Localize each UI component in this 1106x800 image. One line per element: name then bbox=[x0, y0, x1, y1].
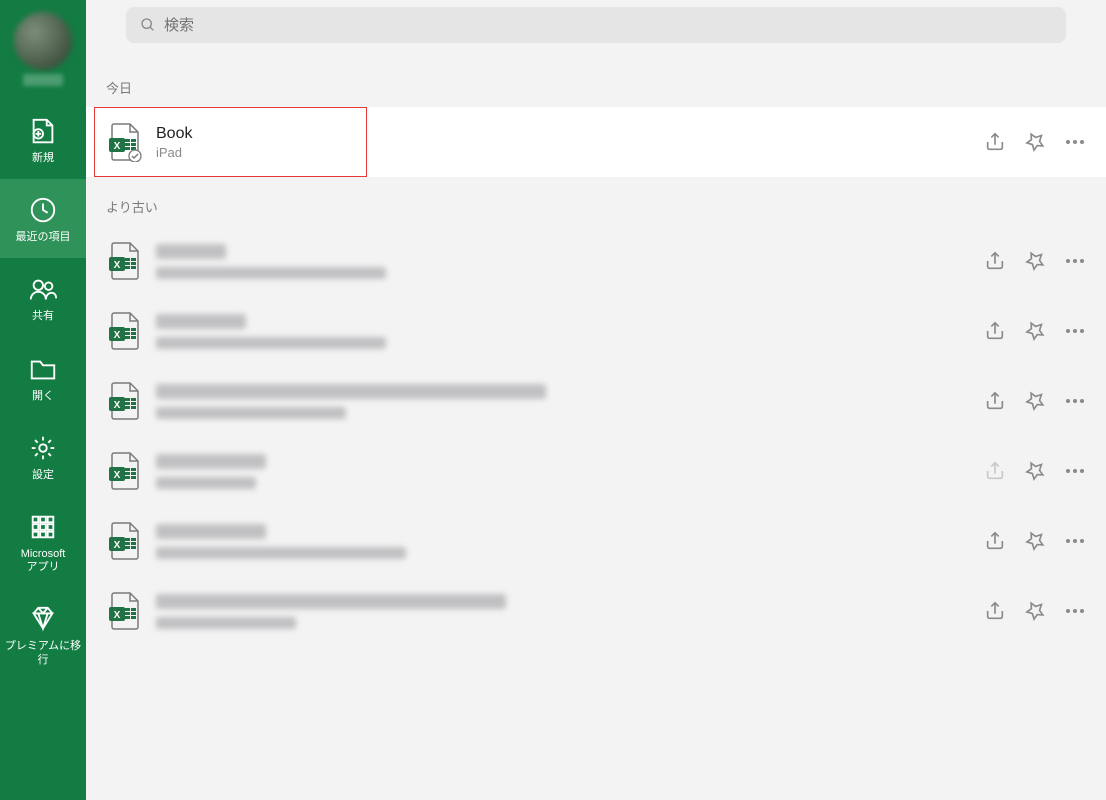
more-button[interactable] bbox=[1064, 600, 1086, 622]
file-title-redacted bbox=[156, 314, 246, 329]
file-actions bbox=[984, 320, 1086, 342]
excel-file-icon: X bbox=[106, 451, 142, 491]
svg-text:X: X bbox=[114, 260, 121, 271]
nav-label: 最近の項目 bbox=[16, 231, 71, 244]
excel-file-icon: X bbox=[106, 591, 142, 631]
pin-button[interactable] bbox=[1024, 460, 1046, 482]
file-actions bbox=[984, 600, 1086, 622]
file-title-redacted bbox=[156, 454, 266, 469]
search-icon bbox=[140, 17, 156, 33]
file-info bbox=[156, 384, 970, 419]
nav-recent[interactable]: 最近の項目 bbox=[0, 179, 86, 258]
more-button[interactable] bbox=[1064, 320, 1086, 342]
nav-label: 共有 bbox=[32, 310, 54, 323]
file-actions bbox=[984, 131, 1086, 153]
nav-new[interactable]: 新規 bbox=[0, 100, 86, 179]
apps-icon bbox=[28, 512, 58, 542]
pin-button[interactable] bbox=[1024, 600, 1046, 622]
file-title-redacted bbox=[156, 524, 266, 539]
svg-text:X: X bbox=[114, 470, 121, 481]
more-button[interactable] bbox=[1064, 530, 1086, 552]
share-button[interactable] bbox=[984, 600, 1006, 622]
file-actions bbox=[984, 530, 1086, 552]
svg-text:X: X bbox=[114, 400, 121, 411]
file-info bbox=[156, 594, 970, 629]
excel-file-icon: X bbox=[106, 122, 142, 162]
file-info bbox=[156, 244, 970, 279]
diamond-icon bbox=[28, 604, 58, 634]
nav-apps[interactable]: Microsoft アプリ bbox=[0, 496, 86, 588]
svg-text:X: X bbox=[114, 540, 121, 551]
people-icon bbox=[28, 274, 58, 304]
file-info bbox=[156, 314, 970, 349]
more-button[interactable] bbox=[1064, 460, 1086, 482]
search-wrap bbox=[86, 0, 1106, 50]
nav-shared[interactable]: 共有 bbox=[0, 258, 86, 337]
file-sub-redacted bbox=[156, 337, 386, 349]
share-button[interactable] bbox=[984, 320, 1006, 342]
new-icon bbox=[28, 116, 58, 146]
excel-file-icon: X bbox=[106, 241, 142, 281]
file-list-older: X X bbox=[86, 226, 1106, 646]
share-button[interactable] bbox=[984, 460, 1006, 482]
file-row[interactable]: X bbox=[86, 226, 1106, 296]
file-sub-redacted bbox=[156, 547, 406, 559]
search-input[interactable] bbox=[164, 17, 1052, 34]
excel-file-icon: X bbox=[106, 381, 142, 421]
nav-label: Microsoft アプリ bbox=[21, 548, 66, 574]
avatar[interactable] bbox=[14, 12, 72, 70]
excel-file-icon: X bbox=[106, 311, 142, 351]
section-older-header: より古い bbox=[86, 177, 1106, 226]
nav-settings[interactable]: 設定 bbox=[0, 417, 86, 496]
search-bar[interactable] bbox=[126, 7, 1066, 43]
file-row[interactable]: X bbox=[86, 296, 1106, 366]
file-sub-redacted bbox=[156, 407, 346, 419]
pin-button[interactable] bbox=[1024, 250, 1046, 272]
gear-icon bbox=[28, 433, 58, 463]
file-sub-redacted bbox=[156, 477, 256, 489]
svg-text:X: X bbox=[114, 141, 121, 152]
nav-premium[interactable]: プレミアムに移行 bbox=[0, 588, 86, 680]
file-actions bbox=[984, 390, 1086, 412]
main: 今日 X bbox=[86, 0, 1106, 800]
svg-text:X: X bbox=[114, 610, 121, 621]
file-title-redacted bbox=[156, 594, 506, 609]
file-row[interactable]: X bbox=[86, 436, 1106, 506]
file-row[interactable]: X bbox=[86, 576, 1106, 646]
excel-file-icon: X bbox=[106, 521, 142, 561]
file-row[interactable]: X bbox=[86, 366, 1106, 436]
more-button[interactable] bbox=[1064, 250, 1086, 272]
share-button[interactable] bbox=[984, 250, 1006, 272]
pin-button[interactable] bbox=[1024, 390, 1046, 412]
nav-label: 新規 bbox=[32, 152, 54, 165]
share-button[interactable] bbox=[984, 390, 1006, 412]
file-actions bbox=[984, 460, 1086, 482]
pin-button[interactable] bbox=[1024, 320, 1046, 342]
file-sub-redacted bbox=[156, 617, 296, 629]
file-info bbox=[156, 454, 970, 489]
folder-icon bbox=[28, 354, 58, 384]
svg-text:X: X bbox=[114, 330, 121, 341]
avatar-label bbox=[23, 74, 63, 86]
file-title-redacted bbox=[156, 244, 226, 259]
nav-open[interactable]: 開く bbox=[0, 338, 86, 417]
nav-label: プレミアムに移行 bbox=[0, 640, 86, 666]
section-today-header: 今日 bbox=[86, 50, 1106, 107]
pin-button[interactable] bbox=[1024, 530, 1046, 552]
share-button[interactable] bbox=[984, 530, 1006, 552]
file-actions bbox=[984, 250, 1086, 272]
file-title-redacted bbox=[156, 384, 546, 399]
more-button[interactable] bbox=[1064, 390, 1086, 412]
nav-label: 開く bbox=[32, 390, 54, 403]
nav-label: 設定 bbox=[32, 469, 54, 482]
file-row[interactable]: X bbox=[86, 506, 1106, 576]
clock-icon bbox=[28, 195, 58, 225]
pin-button[interactable] bbox=[1024, 131, 1046, 153]
file-info bbox=[156, 524, 970, 559]
sidebar: 新規 最近の項目 共有 開く 設定 Microsoft アプリ プレミアムに移行 bbox=[0, 0, 86, 800]
file-sub-redacted bbox=[156, 267, 386, 279]
share-button[interactable] bbox=[984, 131, 1006, 153]
more-button[interactable] bbox=[1064, 131, 1086, 153]
